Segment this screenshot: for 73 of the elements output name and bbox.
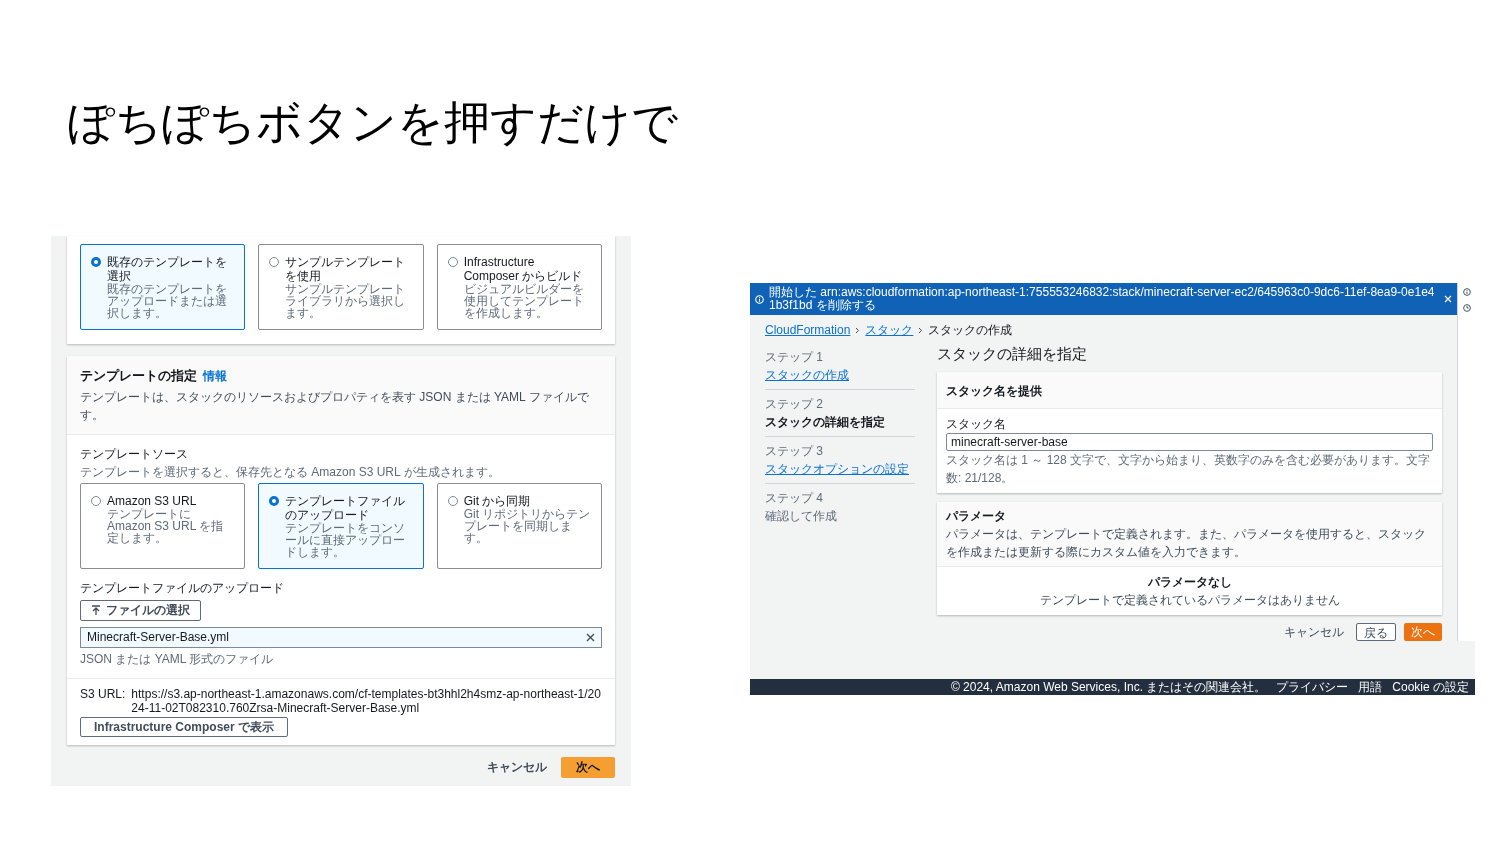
option-description: サンプルテンプレートライブラリから選択します。 — [285, 283, 407, 319]
breadcrumb-link[interactable]: スタック — [865, 321, 914, 339]
radio-button[interactable] — [447, 495, 458, 506]
breadcrumb-link[interactable]: CloudFormation — [765, 321, 851, 339]
cancel-button[interactable]: キャンセル — [487, 758, 547, 776]
upload-icon — [91, 605, 101, 615]
field-label: テンプレートファイルのアップロード — [80, 579, 285, 597]
option-card[interactable]: Git から同期 Git リポジトリからテンプレートを同期します。 — [436, 482, 602, 569]
file-field[interactable]: Minecraft-Server-Base.yml — [80, 626, 602, 648]
option-card[interactable]: Amazon S3 URL テンプレートに Amazon S3 URL を指定します。 — [80, 482, 246, 569]
step-link[interactable]: スタックの作成 — [765, 366, 915, 384]
step-title: スタックの詳細を指定 — [765, 414, 886, 431]
option-title: Infrastructure Composer からビルド — [463, 255, 584, 283]
field-label: テンプレートソース — [80, 445, 189, 463]
option-description: ビジュアルビルダーを使用してテンプレートを作成します。 — [463, 283, 585, 319]
option-title: 既存のテンプレートを選択 — [107, 255, 228, 283]
section-description: テンプレートは、スタックのリソースおよびプロパティを表す JSON または YAML ファイルです。 — [80, 388, 590, 424]
next-button[interactable]: 次へ — [561, 756, 615, 778]
back-button[interactable]: 戻る — [1356, 622, 1396, 641]
card-description: パラメータは、テンプレートで定義されます。また、パラメータを使用すると、スタックを作成または更新する際にカスタム値を入力できます。 — [946, 525, 1427, 561]
info-link[interactable]: 情報 — [203, 367, 227, 385]
option-card[interactable]: Infrastructure Composer からビルド ビジュアルビルダーを使用してテンプレートを作成します。 — [436, 244, 602, 330]
footer-link[interactable]: 用語 — [1358, 681, 1383, 693]
info-icon — [755, 294, 764, 304]
option-title: Amazon S3 URL — [107, 493, 198, 508]
radio-button[interactable] — [447, 257, 458, 267]
field-hint: テンプレートを選択すると、保存先となる Amazon S3 URL が生成されます。 — [80, 463, 501, 481]
radio-button[interactable] — [269, 495, 280, 506]
stack-name-field[interactable]: minecraft-server-base — [946, 432, 1433, 451]
field-label: スタック名 — [946, 415, 1007, 433]
option-card[interactable]: サンプルテンプレートを使用 サンプルテンプレートライブラリから選択します。 — [258, 244, 424, 330]
s3-url-label: S3 URL: — [80, 686, 126, 703]
field-hint: スタック名は 1 ～ 128 文字で、文字から始まり、英数字のみを含む必要があります。文字数: 21/128。 — [946, 451, 1432, 487]
card-heading: スタック名を提供 — [946, 383, 1042, 398]
s3-url-text: https://s3.ap-northeast-1.amazonaws.com/cf-templates-bt3hhl2h4smz-ap-northeast-1/2024-11-02T082310.760Zrsa-Minecraft-Server-Base.yml — [131, 686, 602, 715]
slide-title: ぽちぽちボタンを押すだけで — [68, 94, 678, 151]
radio-button[interactable] — [91, 257, 101, 267]
option-description: 既存のテンプレートをアップロードまたは選択します。 — [107, 283, 228, 319]
card-heading: パラメータ — [946, 507, 1007, 525]
footer-link[interactable]: Cookie の設定 — [1392, 681, 1469, 693]
chevron-icon — [918, 326, 924, 334]
copyright-text: © 2024, Amazon Web Services, Inc. またはその関連会社。 — [950, 681, 1267, 693]
option-description: テンプレートをコンソールに直接アップロードします。 — [285, 521, 407, 558]
option-title: テンプレートファイルのアップロード — [285, 493, 407, 522]
radio-button[interactable] — [269, 257, 280, 267]
page-heading: スタックの詳細を指定 — [937, 344, 1088, 364]
section-heading: テンプレートの指定 — [80, 367, 197, 385]
breadcrumb-current: スタックの作成 — [928, 322, 1013, 339]
option-title: Git から同期 — [463, 493, 532, 508]
choose-file-button[interactable]: ファイルの選択 — [80, 599, 201, 621]
footer-link[interactable]: プライバシー — [1276, 681, 1349, 693]
view-in-composer-button[interactable]: Infrastructure Composer で表示 — [80, 716, 289, 737]
step-title: 確認して作成 — [765, 508, 838, 525]
step-number: ステップ 2 — [765, 396, 824, 413]
field-hint: JSON または YAML 形式のファイル — [80, 650, 275, 668]
info-icon[interactable] — [1462, 288, 1471, 296]
chevron-icon — [855, 326, 861, 334]
empty-state-text: テンプレートで定義されているパラメータはありません — [1039, 591, 1340, 609]
step-number: ステップ 3 — [765, 443, 824, 460]
step-link[interactable]: スタックオプションの設定 — [765, 460, 915, 478]
clock-icon[interactable] — [1462, 304, 1471, 312]
cancel-button[interactable]: キャンセル — [1280, 622, 1348, 641]
step-number: ステップ 1 — [765, 349, 824, 366]
option-description: テンプレートに Amazon S3 URL を指定します。 — [107, 507, 225, 544]
radio-button[interactable] — [91, 495, 101, 506]
option-card[interactable]: テンプレートファイルのアップロード テンプレートをコンソールに直接アップロードします。 — [258, 482, 424, 569]
step-number: ステップ 4 — [765, 490, 824, 507]
banner-text: 開始した arn:aws:cloudformation:ap-northeast-1:755553246832:stack/minecraft-server-ec2/645963c0-9dc6-11ef-8ea9-0e1e41b3f1bd を削除する — [769, 286, 1436, 312]
option-description: Git リポジトリからテンプレートを同期します。 — [463, 507, 591, 544]
empty-state-title: パラメータなし — [1147, 573, 1232, 591]
option-card[interactable]: 既存のテンプレートを選択 既存のテンプレートをアップロードまたは選択します。 — [80, 244, 246, 330]
option-title: サンプルテンプレートを使用 — [285, 255, 407, 283]
close-icon[interactable] — [586, 632, 595, 642]
